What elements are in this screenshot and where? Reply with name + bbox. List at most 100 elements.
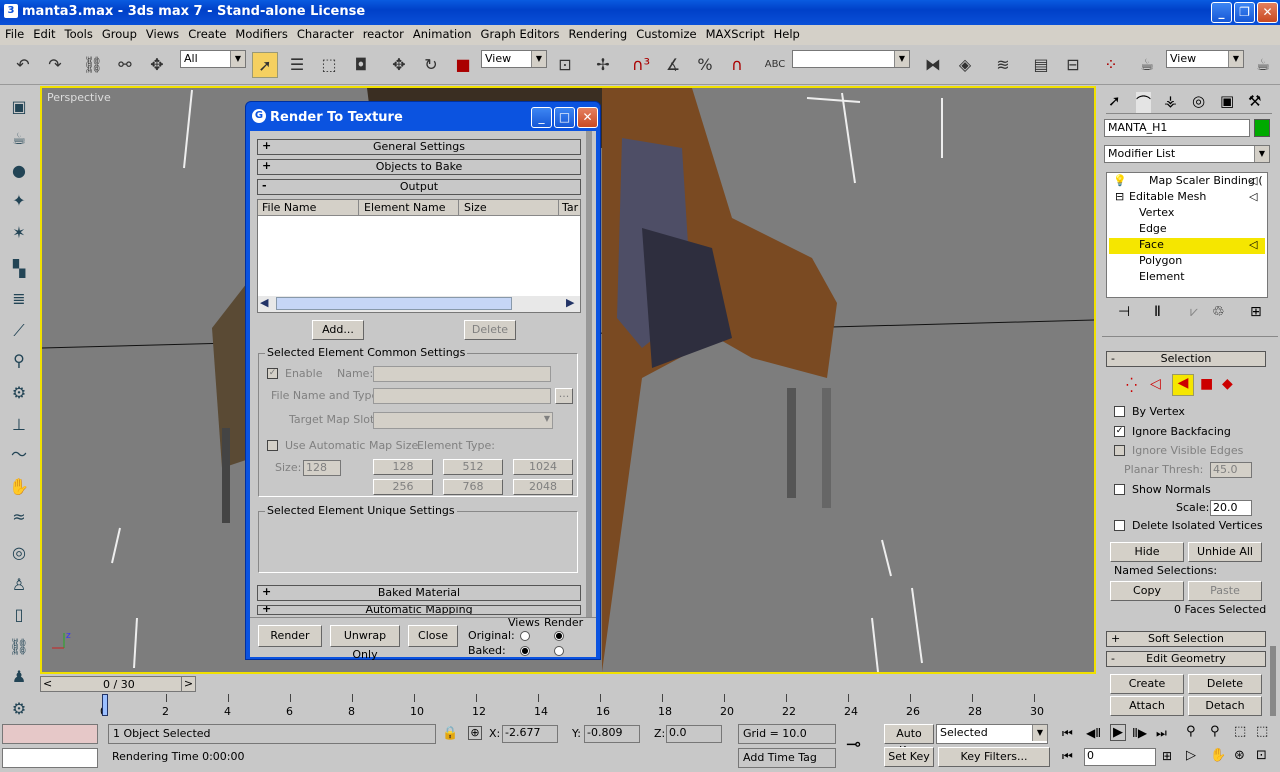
material-editor-icon[interactable]: ⁘ (1098, 52, 1124, 78)
light-icon[interactable]: ✦ (6, 188, 32, 214)
panel-scrollbar[interactable] (1270, 646, 1276, 716)
baked-material-rollout[interactable]: + Baked Material (257, 585, 581, 601)
spinner-snap-icon[interactable]: ∩ (724, 52, 750, 78)
stack-item-polygon[interactable]: Polygon (1139, 254, 1182, 270)
y-coordinate[interactable]: -0.809 (584, 725, 640, 743)
time-slider[interactable]: < 0 / 30 > (40, 676, 196, 692)
configure-sets-icon[interactable]: ⊞ (1250, 304, 1262, 320)
render-type-dropdown[interactable]: View ▼ (1166, 50, 1244, 68)
paste-button[interactable]: Paste (1188, 581, 1262, 601)
wave-icon[interactable]: 〜 (6, 442, 32, 468)
planar-thresh-spinner[interactable]: 45.0 (1210, 462, 1252, 478)
modify-tab-icon[interactable]: ⌒ (1136, 92, 1152, 113)
menu-reactor[interactable]: reactor (358, 25, 408, 41)
cylinder-icon[interactable]: ≣ (6, 286, 32, 312)
go-to-start-icon[interactable]: ⏮ (1062, 726, 1073, 741)
unwrap-only-button[interactable]: Unwrap Only (330, 625, 400, 661)
helper-icon[interactable]: ✶ (6, 220, 32, 246)
stack-item-vertex[interactable]: Vertex (1139, 206, 1174, 222)
modifier-list-dropdown[interactable]: Modifier List ▼ (1104, 145, 1270, 163)
element-mode-icon[interactable]: ◆ (1222, 376, 1233, 392)
output-rollout[interactable]: - Output (257, 179, 581, 195)
terrain-icon[interactable]: ⊥ (6, 412, 32, 438)
motion-tab-icon[interactable]: ◎ (1192, 92, 1205, 110)
hierarchy-tab-icon[interactable]: ⚶ (1164, 92, 1177, 110)
file-name-input[interactable] (373, 388, 551, 404)
layer-manager-icon[interactable]: ≋ (990, 52, 1016, 78)
face-mode-icon[interactable]: ◀ (1172, 374, 1194, 396)
target-map-slot-dropdown[interactable]: ▼ (373, 412, 553, 429)
baked-views-radio[interactable]: ● (520, 646, 530, 656)
play-icon[interactable]: ▶ (1110, 724, 1126, 741)
pin-stack-icon[interactable]: ⊣ (1118, 304, 1130, 320)
use-auto-size-checkbox[interactable] (267, 440, 278, 451)
quick-render-icon[interactable]: ☕ (1250, 52, 1276, 78)
original-render-radio[interactable]: ● (554, 631, 564, 641)
gear2-icon[interactable]: ⚙ (6, 696, 32, 722)
hide-button[interactable]: Hide (1110, 542, 1184, 562)
lightbulb-icon[interactable]: 💡 (1113, 174, 1127, 190)
delete-button[interactable]: Delete (464, 320, 516, 340)
select-manipulate-icon[interactable]: ✢ (590, 52, 616, 78)
utilities-tab-icon[interactable]: ⚒ (1248, 92, 1261, 110)
time-slider-right-icon[interactable]: > (181, 677, 195, 691)
close-dialog-button[interactable]: Close (408, 625, 458, 647)
size-2048-button[interactable]: 2048 (513, 479, 573, 495)
soft-selection-rollout[interactable]: + Soft Selection (1106, 631, 1266, 647)
scroll-thumb[interactable] (276, 297, 512, 310)
figure-icon[interactable]: ♟ (6, 664, 32, 690)
size-128-button[interactable]: 128 (373, 459, 433, 475)
menu-animation[interactable]: Animation (408, 25, 476, 41)
selection-filter-dropdown[interactable]: All ▼ (180, 50, 246, 68)
display-tab-icon[interactable]: ▣ (1220, 92, 1234, 110)
size-256-button[interactable]: 256 (373, 479, 433, 495)
create-tab-icon[interactable]: ➚ (1108, 92, 1121, 110)
menu-create[interactable]: Create (183, 25, 230, 41)
col-element-name[interactable]: Element Name (364, 201, 446, 214)
zoom-extents-all-icon[interactable]: ⬚ (1256, 724, 1268, 739)
set-key-button[interactable]: Set Key (884, 747, 934, 767)
stack-item-element[interactable]: Element (1139, 270, 1185, 286)
by-vertex-checkbox[interactable] (1114, 406, 1125, 417)
select-link-icon[interactable]: ⛓ (80, 52, 106, 78)
menu-graph-editors[interactable]: Graph Editors (476, 25, 564, 41)
ripple-icon[interactable]: ≈ (6, 504, 32, 530)
percent-snap-icon[interactable]: % (692, 52, 718, 78)
ignore-backfacing-checkbox[interactable]: ✓ (1114, 426, 1125, 437)
add-button[interactable]: Add... (312, 320, 364, 340)
col-target[interactable]: Tar (562, 201, 578, 214)
size-512-button[interactable]: 512 (443, 459, 503, 475)
timeline-ruler[interactable]: 024681012141618202224262830 (100, 694, 1096, 720)
modifier-stack[interactable]: 💡 Map Scaler Binding ( ◁ ⊟ Editable Mesh… (1106, 172, 1268, 298)
menu-modifiers[interactable]: Modifiers (230, 25, 292, 41)
original-views-radio[interactable] (520, 631, 530, 641)
menu-character[interactable]: Character (292, 25, 358, 41)
rectangular-selection-icon[interactable]: ⬚ (316, 52, 342, 78)
key-selection-dropdown[interactable]: Selected ▼ (936, 724, 1048, 744)
menu-rendering[interactable]: Rendering (564, 25, 632, 41)
copy-button[interactable]: Copy (1110, 581, 1184, 601)
pose-icon[interactable]: ✋ (6, 474, 32, 500)
selection-rollout[interactable]: - Selection (1106, 351, 1266, 367)
dialog-maximize-button[interactable]: □ (554, 107, 575, 128)
select-object-icon[interactable]: ➚ (252, 52, 278, 78)
detach-button[interactable]: Detach (1188, 696, 1262, 716)
size-spinner[interactable]: 128 (303, 460, 341, 476)
pan-icon[interactable]: ✋ (1210, 748, 1226, 763)
automatic-mapping-rollout[interactable]: + Automatic Mapping (257, 605, 581, 615)
checker-icon[interactable]: ▚ (6, 256, 32, 282)
scroll-right-icon[interactable]: ▶ (566, 296, 574, 309)
polygon-mode-icon[interactable]: ■ (1200, 376, 1213, 392)
browse-button[interactable]: ... (555, 388, 573, 404)
close-button[interactable]: ✕ (1257, 2, 1278, 23)
redo-icon[interactable]: ↷ (42, 52, 68, 78)
attach-button[interactable]: Attach (1110, 696, 1184, 716)
lock-icon[interactable]: 🔒 (442, 726, 458, 741)
size-768-button[interactable]: 768 (443, 479, 503, 495)
time-slider-left-icon[interactable]: < (43, 677, 52, 690)
current-frame-spinner[interactable]: 0 (1084, 748, 1156, 766)
key-icon[interactable]: ⊸ (846, 734, 861, 755)
x-coordinate[interactable]: -2.677 (502, 725, 558, 743)
reference-coordinate-dropdown[interactable]: View ▼ (481, 50, 547, 68)
bone-icon[interactable]: ⟋ (6, 318, 32, 344)
